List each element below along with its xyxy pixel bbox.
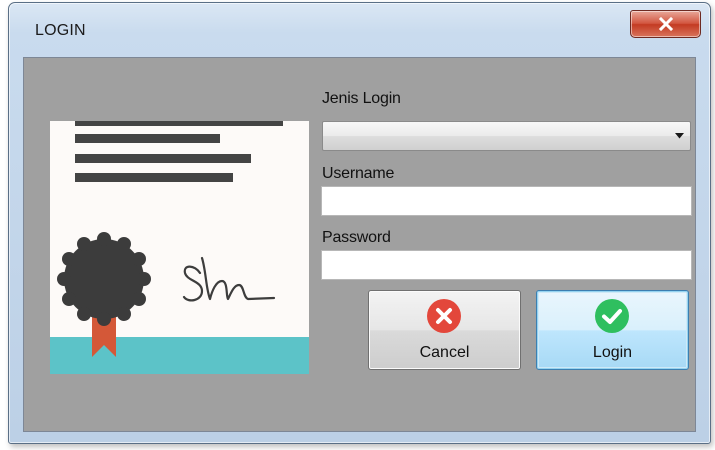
login-button[interactable]: Login — [536, 290, 689, 370]
dialog-body: Jenis Login Username Password Cancel Log… — [23, 57, 696, 432]
cancel-button-label: Cancel — [419, 344, 470, 361]
username-label: Username — [322, 165, 395, 182]
login-button-label: Login — [592, 344, 633, 361]
login-window: LOGIN Jenis Login Username Password Canc… — [8, 2, 711, 444]
password-label: Password — [322, 229, 391, 246]
close-icon — [658, 17, 674, 31]
close-circle-icon — [427, 299, 461, 333]
close-button[interactable] — [630, 10, 701, 38]
window-title: LOGIN — [35, 22, 86, 39]
username-field[interactable] — [321, 186, 692, 216]
login-type-select[interactable] — [322, 121, 691, 151]
checkmark-circle-icon — [595, 299, 629, 333]
cancel-button[interactable]: Cancel — [368, 290, 521, 370]
login-type-label: Jenis Login — [322, 90, 401, 107]
password-field[interactable] — [321, 250, 692, 280]
certificate-illustration — [50, 121, 309, 374]
chevron-down-icon — [675, 133, 684, 139]
